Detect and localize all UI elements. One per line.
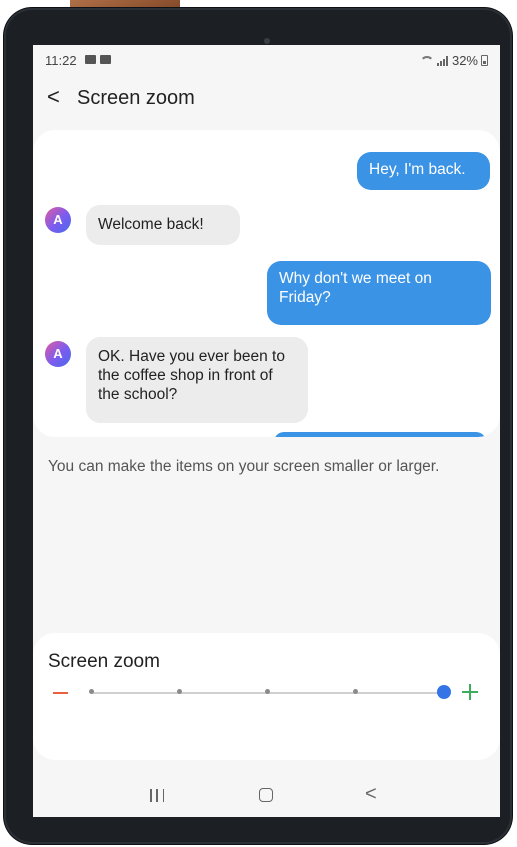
gallery-notification-icon	[85, 55, 96, 64]
message-bubble-incoming: Welcome back!	[86, 205, 240, 245]
signal-icon	[436, 55, 449, 66]
zoom-slider-thumb[interactable]	[437, 685, 451, 699]
chevron-left-icon[interactable]: <	[47, 84, 60, 110]
status-right: 32%	[419, 53, 488, 68]
status-time: 11:22	[45, 53, 77, 68]
wifi-icon	[419, 55, 434, 66]
message-bubble-outgoing: Why don't we meet on Friday?	[267, 261, 491, 325]
zoom-slider-tick[interactable]	[265, 689, 270, 694]
zoom-description: You can make the items on your screen sm…	[48, 458, 440, 475]
contact-avatar: A	[45, 341, 71, 367]
message-bubble-incoming: OK. Have you ever been to the coffee sho…	[86, 337, 308, 423]
status-bar: 11:22 32%	[33, 45, 500, 75]
zoom-slider-tick[interactable]	[88, 689, 94, 694]
message-bubble-outgoing: Hey, I'm back.	[357, 152, 490, 190]
contact-avatar: A	[45, 207, 71, 233]
battery-icon	[481, 55, 488, 66]
zoom-title: Screen zoom	[48, 651, 160, 672]
app-notification-icon	[100, 55, 111, 64]
zoom-slider-tick[interactable]	[176, 689, 182, 694]
screen: 11:22 32% < Screen zoom Hey, I'm back. A…	[33, 45, 500, 817]
battery-percent: 32%	[451, 53, 478, 68]
zoom-card: Screen zoom	[33, 633, 500, 760]
back-icon[interactable]: <	[365, 783, 377, 806]
front-camera	[264, 38, 270, 44]
plus-icon[interactable]	[461, 683, 479, 701]
home-icon[interactable]	[259, 788, 273, 802]
chat-preview: Hey, I'm back. A Welcome back! Why don't…	[33, 130, 500, 437]
navigation-bar: <	[33, 773, 500, 817]
message-bubble-outgoing-partial	[274, 432, 486, 437]
minus-icon[interactable]	[53, 692, 68, 694]
recents-icon[interactable]	[150, 789, 164, 803]
page-title: Screen zoom	[77, 87, 195, 109]
header: < Screen zoom	[33, 75, 500, 123]
